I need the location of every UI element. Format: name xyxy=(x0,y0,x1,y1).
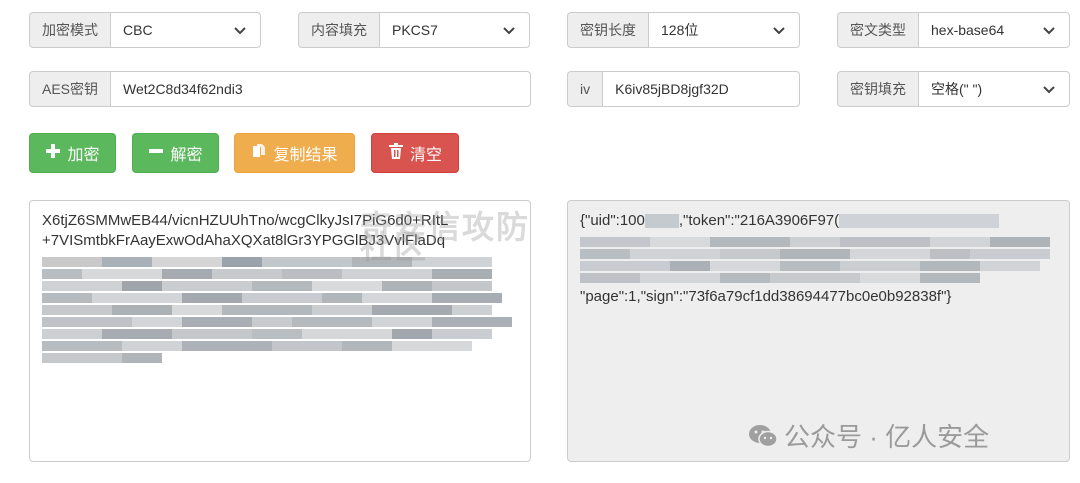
redacted-output xyxy=(580,237,1057,283)
chevron-down-icon xyxy=(1041,81,1057,97)
mode-select[interactable]: CBC xyxy=(110,12,261,48)
iv-value: K6iv85jBD8jgf32D xyxy=(615,81,729,97)
decrypt-label: 解密 xyxy=(170,147,203,164)
redacted-content xyxy=(42,257,518,363)
key-length-label: 密钥长度 xyxy=(567,12,648,48)
padding-group: 内容填充 PKCS7 xyxy=(298,12,530,48)
padding-value: PKCS7 xyxy=(392,22,438,38)
chevron-down-icon xyxy=(1041,22,1057,38)
plus-icon xyxy=(45,143,61,164)
input-textarea[interactable]: X6tjZ6SMMwEB44/vicnHZUUhTno/wcgClkyJsI7P… xyxy=(29,200,531,462)
key-length-select[interactable]: 128位 xyxy=(648,12,800,48)
aes-key-label: AES密钥 xyxy=(29,71,111,107)
padding-select[interactable]: PKCS7 xyxy=(379,12,530,48)
iv-group: iv K6iv85jBD8jgf32D xyxy=(567,71,800,107)
iv-label: iv xyxy=(567,71,603,107)
aes-key-input[interactable]: Wet2C8d34f62ndi3 xyxy=(110,71,531,107)
clear-label: 清空 xyxy=(409,147,442,164)
output-line-1b: ,"token":"216A3906F97( xyxy=(678,212,840,229)
wechat-icon xyxy=(748,423,778,450)
key-fill-label: 密钥填充 xyxy=(837,71,918,107)
trash-icon xyxy=(388,142,404,164)
key-fill-select[interactable]: 空格(" ") xyxy=(918,71,1070,107)
clear-button[interactable]: 清空 xyxy=(371,133,459,173)
output-line-1a: {"uid":100 xyxy=(580,212,645,229)
mode-group: 加密模式 CBC xyxy=(29,12,261,48)
mode-label: 加密模式 xyxy=(29,12,110,48)
iv-input[interactable]: K6iv85jBD8jgf32D xyxy=(602,71,800,107)
cipher-type-group: 密文类型 hex-base64 xyxy=(837,12,1070,48)
key-fill-value: 空格(" ") xyxy=(931,81,983,97)
cipher-type-select[interactable]: hex-base64 xyxy=(918,12,1070,48)
cipher-type-label: 密文类型 xyxy=(837,12,918,48)
minus-icon xyxy=(148,143,164,164)
redacted-inline xyxy=(644,214,679,228)
key-length-group: 密钥长度 128位 xyxy=(567,12,800,48)
padding-label: 内容填充 xyxy=(298,12,379,48)
cipher-type-value: hex-base64 xyxy=(931,22,1005,38)
mode-value: CBC xyxy=(123,22,153,38)
aes-key-group: AES密钥 Wet2C8d34f62ndi3 xyxy=(29,71,531,107)
copy-icon xyxy=(251,143,267,164)
key-length-value: 128位 xyxy=(661,22,699,38)
output-line-1: {"uid":100 ,"token":"216A3906F97( xyxy=(580,211,1057,231)
decrypt-button[interactable]: 解密 xyxy=(132,133,219,173)
chevron-down-icon xyxy=(771,22,787,38)
output-textarea[interactable]: {"uid":100 ,"token":"216A3906F97( "page"… xyxy=(567,200,1070,462)
aes-key-value: Wet2C8d34f62ndi3 xyxy=(123,81,243,97)
wechat-watermark: 公众号 · 亿人安全 xyxy=(748,423,989,450)
output-last-line: "page":1,"sign":"73f6a79cf1dd38694477bc0… xyxy=(580,288,952,305)
chevron-down-icon xyxy=(232,22,248,38)
watermark-center: 奇安信攻防社区 xyxy=(360,209,531,265)
wechat-account-name: 公众号 · 亿人安全 xyxy=(784,421,990,452)
chevron-down-icon xyxy=(501,22,517,38)
copy-label: 复制结果 xyxy=(273,147,338,164)
redacted-inline xyxy=(839,214,1000,228)
encrypt-button[interactable]: 加密 xyxy=(29,133,116,173)
copy-result-button[interactable]: 复制结果 xyxy=(234,133,355,173)
encrypt-label: 加密 xyxy=(67,147,100,164)
key-fill-group: 密钥填充 空格(" ") xyxy=(837,71,1070,107)
